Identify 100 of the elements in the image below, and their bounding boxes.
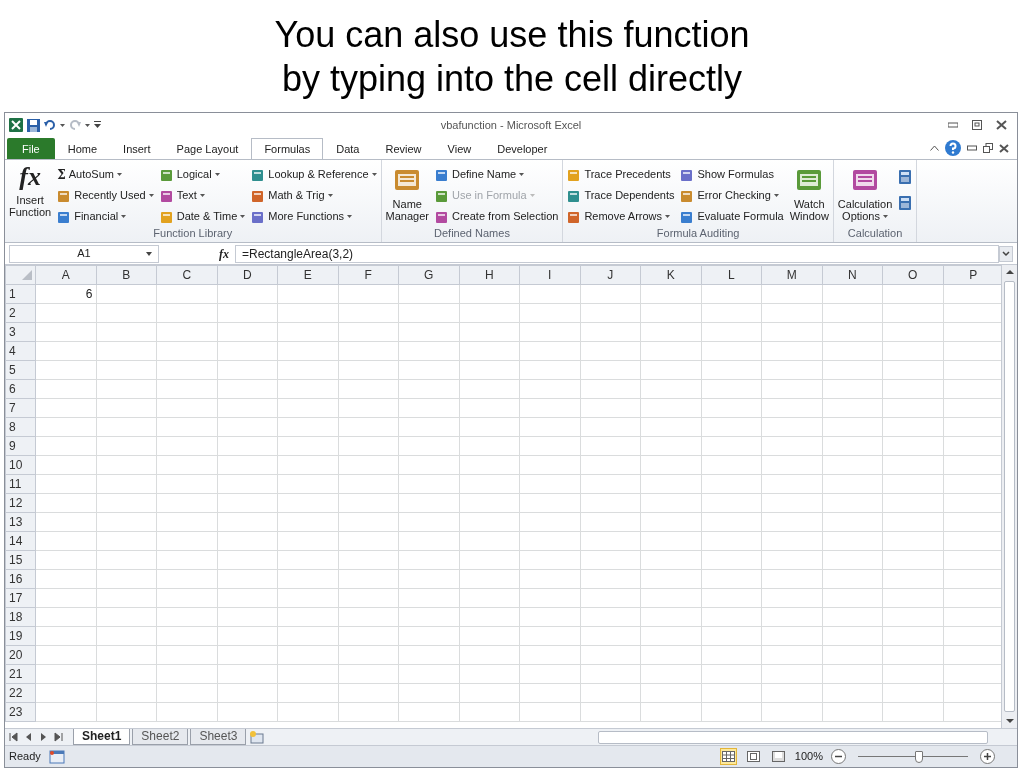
book-icon [680, 167, 695, 182]
caret-icon [60, 123, 65, 127]
formula-field[interactable]: =RectangleArea(3,2) [235, 244, 999, 263]
caret-icon [883, 214, 888, 218]
book-icon [159, 188, 174, 203]
caret-icon[interactable] [146, 251, 152, 256]
column-header[interactable]: G [398, 265, 459, 285]
column-header[interactable]: O [882, 265, 943, 285]
ribbon-button[interactable]: fx Insert Function [8, 162, 53, 226]
ribbon-button[interactable]: Trace Dependents [566, 186, 676, 205]
book-icon [57, 209, 72, 224]
macro-record-icon[interactable] [48, 749, 65, 764]
view-button[interactable] [744, 748, 762, 765]
group-label: Calculation [846, 226, 904, 241]
ribbon-button[interactable]: Evaluate Formula [679, 207, 785, 226]
column-header[interactable]: K [640, 265, 701, 285]
ribbon-tab[interactable]: Home [54, 138, 111, 159]
calculator-icon[interactable] [898, 169, 913, 185]
book-icon [57, 188, 72, 203]
insert-function-button[interactable]: fx [219, 244, 229, 263]
ribbon-tab[interactable]: Data [323, 138, 373, 159]
sheet-tab[interactable]: Sheet2 [132, 729, 189, 745]
ribbon-button[interactable]: Recently Used [56, 186, 155, 205]
sheet-navigation-icon[interactable] [9, 732, 65, 742]
book-icon [435, 209, 449, 224]
book-icon [680, 188, 695, 203]
column-header[interactable]: C [156, 265, 217, 285]
ribbon-button[interactable]: Trace Precedents [566, 165, 676, 184]
ribbon-button[interactable]: Σ AutoSum [56, 165, 155, 184]
column-header[interactable]: I [519, 265, 580, 285]
caret-icon [371, 173, 377, 176]
close-icon[interactable] [996, 120, 1007, 130]
scrollbar-thumb[interactable] [1004, 281, 1015, 712]
ribbon-button[interactable]: Text [158, 186, 247, 205]
ribbon-button[interactable]: Financial [56, 207, 155, 226]
sheet-tab[interactable]: Sheet3 [190, 729, 247, 745]
view-button[interactable] [719, 748, 737, 765]
book-icon [567, 209, 582, 224]
caret-icon [240, 215, 246, 218]
ribbon-button[interactable]: Math & Trig [250, 186, 378, 205]
book-icon [251, 188, 266, 203]
ribbon-tab[interactable]: Review [372, 138, 435, 159]
caret-icon [85, 123, 90, 127]
spreadsheet-app-icon [9, 118, 23, 132]
ribbon-button[interactable]: Watch Window [788, 162, 830, 226]
book-icon [251, 209, 266, 224]
column-header[interactable]: P [943, 265, 1001, 285]
column-header[interactable]: N [822, 265, 883, 285]
horizontal-scrollbar[interactable] [598, 730, 989, 744]
calculator-icon[interactable] [898, 195, 913, 211]
slide-title-line: You can also use this function [274, 13, 750, 57]
ribbon-button[interactable]: More Functions [250, 207, 378, 226]
ribbon-button[interactable]: Show Formulas [679, 165, 785, 184]
book-icon [159, 209, 174, 224]
zoom-in-button[interactable] [980, 749, 995, 764]
column-header[interactable]: M [761, 265, 822, 285]
table-cell: 6 [35, 284, 96, 304]
column-header[interactable]: E [277, 265, 338, 285]
column-header[interactable]: H [459, 265, 520, 285]
undo-icon[interactable] [44, 119, 56, 131]
caret-icon [773, 194, 779, 197]
ribbon-button[interactable]: Name Manager [384, 162, 430, 226]
help-icon[interactable] [945, 140, 961, 156]
name-box[interactable]: A1 [9, 244, 159, 263]
ribbon-button[interactable]: Error Checking [679, 186, 785, 205]
zoom-out-button[interactable] [831, 749, 846, 764]
restore-icon[interactable] [972, 120, 982, 130]
ribbon-button[interactable]: Remove Arrows [566, 207, 676, 226]
view-icon [721, 751, 735, 762]
save-icon[interactable] [27, 118, 40, 132]
ribbon-tab[interactable]: Insert [110, 138, 164, 159]
expand-icon[interactable] [999, 245, 1013, 262]
view-icon [746, 751, 760, 762]
column-header[interactable]: L [701, 265, 762, 285]
ribbon-tab[interactable]: Developer [484, 138, 561, 159]
ribbon-tab[interactable]: File [7, 138, 55, 159]
ribbon-button[interactable]: Define Name [434, 165, 560, 184]
ribbon-tab[interactable]: Formulas [251, 138, 324, 159]
minimize-icon[interactable] [967, 145, 977, 151]
minimize-icon[interactable] [948, 120, 958, 128]
column-header[interactable]: B [96, 265, 157, 285]
ribbon-tab[interactable]: View [434, 138, 485, 159]
ribbon-tab[interactable]: Page Layout [163, 138, 252, 159]
view-button[interactable] [769, 748, 787, 765]
ribbon-button[interactable]: Calculation Options [836, 162, 894, 226]
ribbon-button[interactable]: Logical [158, 165, 247, 184]
column-header[interactable]: J [580, 265, 641, 285]
column-header[interactable]: F [338, 265, 399, 285]
collapse-ribbon-icon[interactable] [930, 145, 939, 151]
caret-icon [529, 194, 535, 197]
column-header[interactable]: D [217, 265, 278, 285]
restore-icon[interactable] [983, 143, 993, 153]
caret-icon [148, 194, 154, 197]
sheet-tab[interactable]: Sheet1 [73, 729, 131, 745]
close-icon[interactable] [999, 143, 1009, 153]
column-header[interactable]: A [35, 265, 96, 285]
ribbon-button[interactable]: Create from Selection [434, 207, 560, 226]
customize-toolbar-icon[interactable] [94, 121, 101, 129]
ribbon-button[interactable]: Lookup & Reference [250, 165, 378, 184]
ribbon-button[interactable]: Date & Time [158, 207, 247, 226]
